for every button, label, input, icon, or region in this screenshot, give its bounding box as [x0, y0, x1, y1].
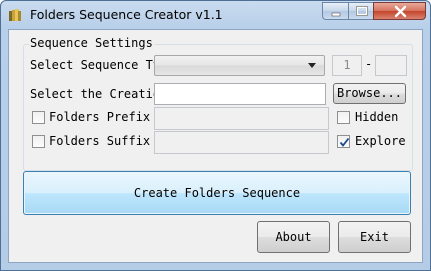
close-button[interactable] [373, 2, 426, 20]
explore-checkbox[interactable] [337, 135, 350, 148]
hidden-checkbox[interactable] [337, 111, 350, 124]
hidden-label: Hidden [355, 110, 399, 124]
minimize-button[interactable] [322, 2, 349, 20]
prefix-checkbox[interactable] [32, 111, 45, 124]
title-bar[interactable]: Folders Sequence Creator v1.1 [1, 1, 430, 29]
range-from-field[interactable]: 1 [332, 55, 362, 76]
checkmark-icon [339, 137, 350, 147]
prefix-label: Folders Prefix [49, 110, 151, 124]
prefix-input[interactable] [154, 107, 329, 130]
exit-button[interactable]: Exit [338, 221, 411, 253]
app-window: Folders Sequence Creator v1.1 Sequence S… [0, 0, 431, 271]
caption-buttons [322, 2, 426, 21]
folder-icon [8, 7, 22, 21]
close-icon [394, 5, 407, 18]
client-area: Sequence Settings Select Sequence Type: … [8, 29, 423, 263]
explore-label: Explore [355, 134, 406, 148]
chevron-down-icon [308, 63, 316, 68]
create-sequence-button[interactable]: Create Folders Sequence [23, 171, 411, 215]
suffix-input[interactable] [154, 131, 329, 154]
creation-path-input[interactable] [154, 83, 326, 105]
minimize-icon [331, 12, 341, 17]
range-separator: - [365, 57, 373, 71]
about-button[interactable]: About [257, 221, 330, 253]
range-to-field[interactable] [375, 55, 407, 76]
maximize-button[interactable] [348, 2, 374, 20]
sequence-type-dropdown[interactable] [154, 55, 325, 76]
suffix-label: Folders Suffix [49, 134, 151, 148]
group-title: Sequence Settings [29, 36, 154, 50]
maximize-icon [356, 6, 368, 16]
window-title: Folders Sequence Creator v1.1 [30, 7, 223, 22]
suffix-checkbox[interactable] [32, 135, 45, 148]
browse-button[interactable]: Browse... [333, 83, 406, 104]
